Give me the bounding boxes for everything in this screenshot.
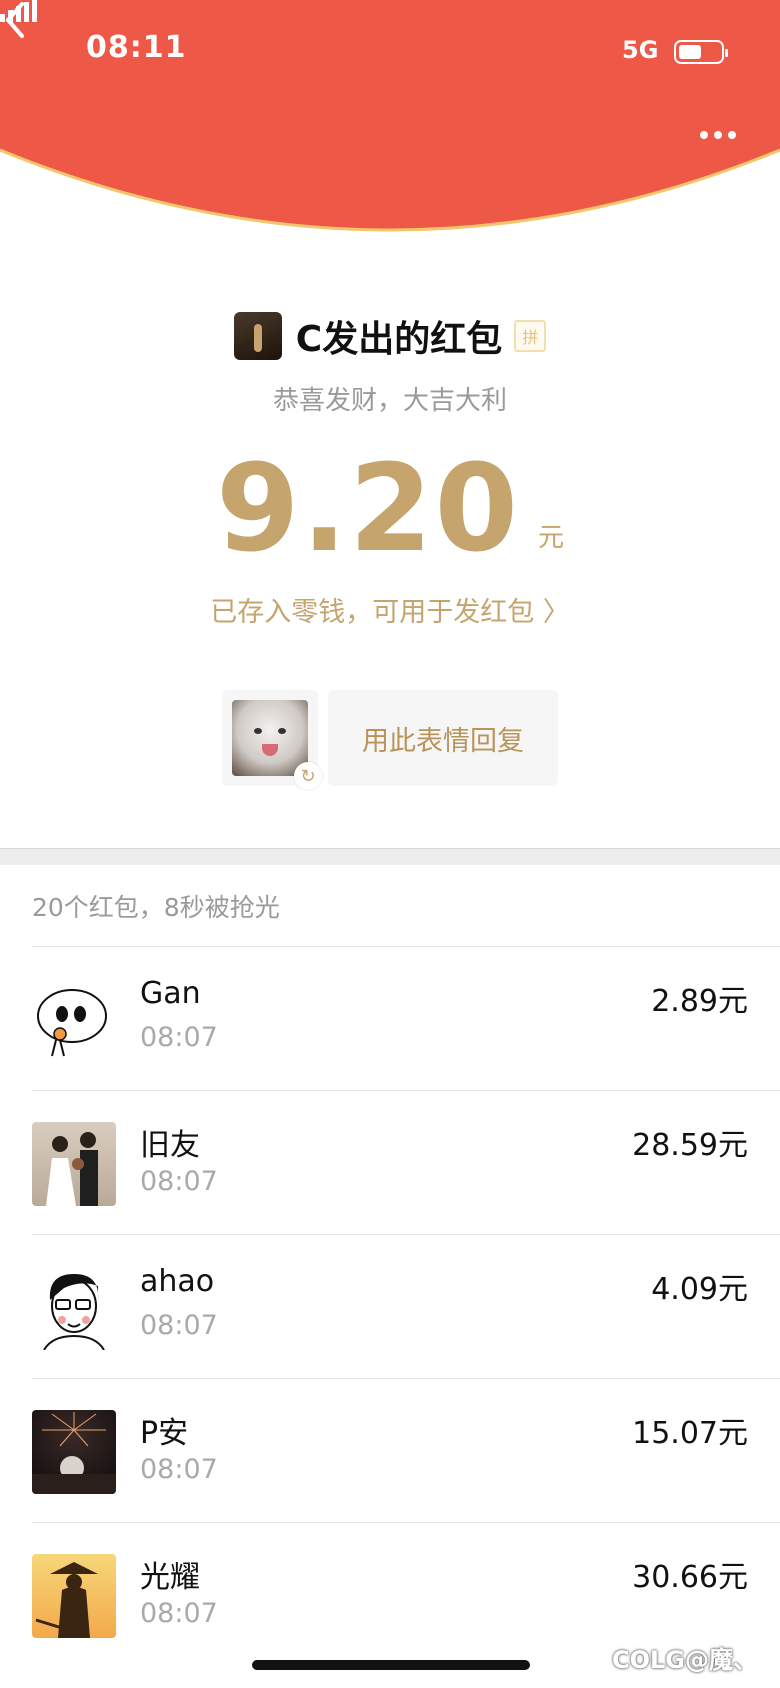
packet-summary: 20个红包，8秒被抢光 [32,893,280,922]
avatar [32,1554,116,1638]
recipient-amount: 2.89元 [651,984,748,1019]
recipient-name: ahao [140,1264,215,1299]
sender-row: C发出的红包 拼 [0,308,780,364]
avatar [32,1410,116,1494]
cat-sticker-image [232,700,308,776]
recipient-name: Gan [140,976,201,1011]
amount-unit: 元 [538,523,565,553]
list-item[interactable]: 旧友 08:07 28.59元 [0,1090,780,1234]
refresh-icon[interactable]: ↻ [294,762,322,790]
avatar [32,1266,116,1350]
network-type: 5G [622,36,659,64]
recipient-time: 08:07 [140,1310,218,1341]
sticker-reply-row: ↻ 用此表情回复 [222,690,558,790]
recipient-time: 08:07 [140,1454,218,1485]
recipient-name: P安 [140,1416,189,1451]
back-chevron-icon[interactable] [0,0,30,40]
recipient-time: 08:07 [140,1166,218,1197]
greeting-text: 恭喜发财，大吉大利 [272,386,507,416]
recipient-name: 旧友 [140,1128,200,1163]
watermark: COLG@魔、 [612,1646,758,1674]
list-item[interactable]: Gan 08:07 2.89元 [0,946,780,1090]
pin-badge: 拼 [514,320,547,352]
cat-sticker[interactable]: ↻ [222,690,322,790]
stored-to-wallet-link[interactable]: 已存入零钱，可用于发红包 〉 [0,590,780,629]
amount-value: 9.20 [215,440,521,579]
recipient-amount: 15.07元 [632,1416,748,1451]
status-time: 08:11 [86,30,187,65]
list-item[interactable]: ahao 08:07 4.09元 [0,1234,780,1378]
red-packet-header: 08:11 5G [0,0,780,245]
recipient-time: 08:07 [140,1022,218,1053]
recipient-name: 光耀 [140,1560,200,1595]
recipient-amount: 28.59元 [632,1128,748,1163]
recipient-list: Gan 08:07 2.89元 旧友 08:07 28.59元 ahao 08:… [0,946,780,1666]
battery-icon [674,40,728,64]
recipient-amount: 30.66元 [632,1560,748,1595]
avatar [32,1122,116,1206]
recipient-amount: 4.09元 [651,1272,748,1307]
reply-with-sticker-button[interactable]: 用此表情回复 [328,690,558,786]
sender-avatar [233,312,282,360]
more-dots-icon[interactable] [700,124,750,144]
section-divider [0,848,780,865]
list-item[interactable]: P安 08:07 15.07元 [0,1378,780,1522]
sender-title: C发出的红包 [295,319,503,360]
avatar [32,978,116,1062]
recipient-time: 08:07 [140,1598,218,1629]
home-indicator[interactable] [252,1660,530,1670]
amount-display: 9.20 元 [0,450,780,570]
